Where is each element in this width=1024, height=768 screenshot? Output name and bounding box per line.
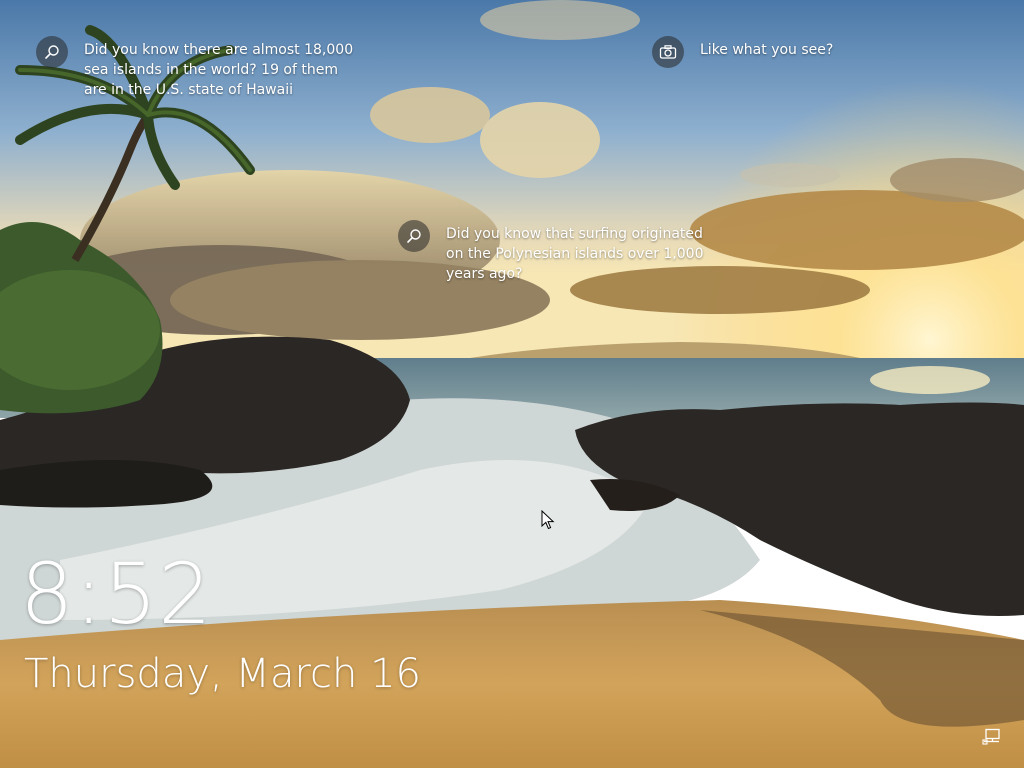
search-icon[interactable] <box>36 36 68 68</box>
mouse-cursor-icon <box>541 510 555 530</box>
hotspot-text[interactable]: Like what you see? <box>700 40 833 60</box>
lock-screen-date: Thursday, March 16 <box>24 651 421 697</box>
hotspot-text[interactable]: Did you know there are almost 18,000 sea… <box>84 40 359 100</box>
hotspot-text[interactable]: Did you know that surfing originated on … <box>446 224 721 284</box>
network-wired-icon[interactable] <box>982 727 1002 747</box>
lock-screen-time: 8:52 <box>20 545 213 643</box>
spotlight-hotspot-islands[interactable]: Did you know there are almost 18,000 sea… <box>36 36 359 100</box>
search-icon[interactable] <box>398 220 430 252</box>
camera-icon[interactable] <box>652 36 684 68</box>
lock-screen[interactable]: Did you know there are almost 18,000 sea… <box>0 0 1024 768</box>
spotlight-hotspot-like[interactable]: Like what you see? <box>652 36 833 68</box>
spotlight-hotspot-surfing[interactable]: Did you know that surfing originated on … <box>398 220 721 284</box>
